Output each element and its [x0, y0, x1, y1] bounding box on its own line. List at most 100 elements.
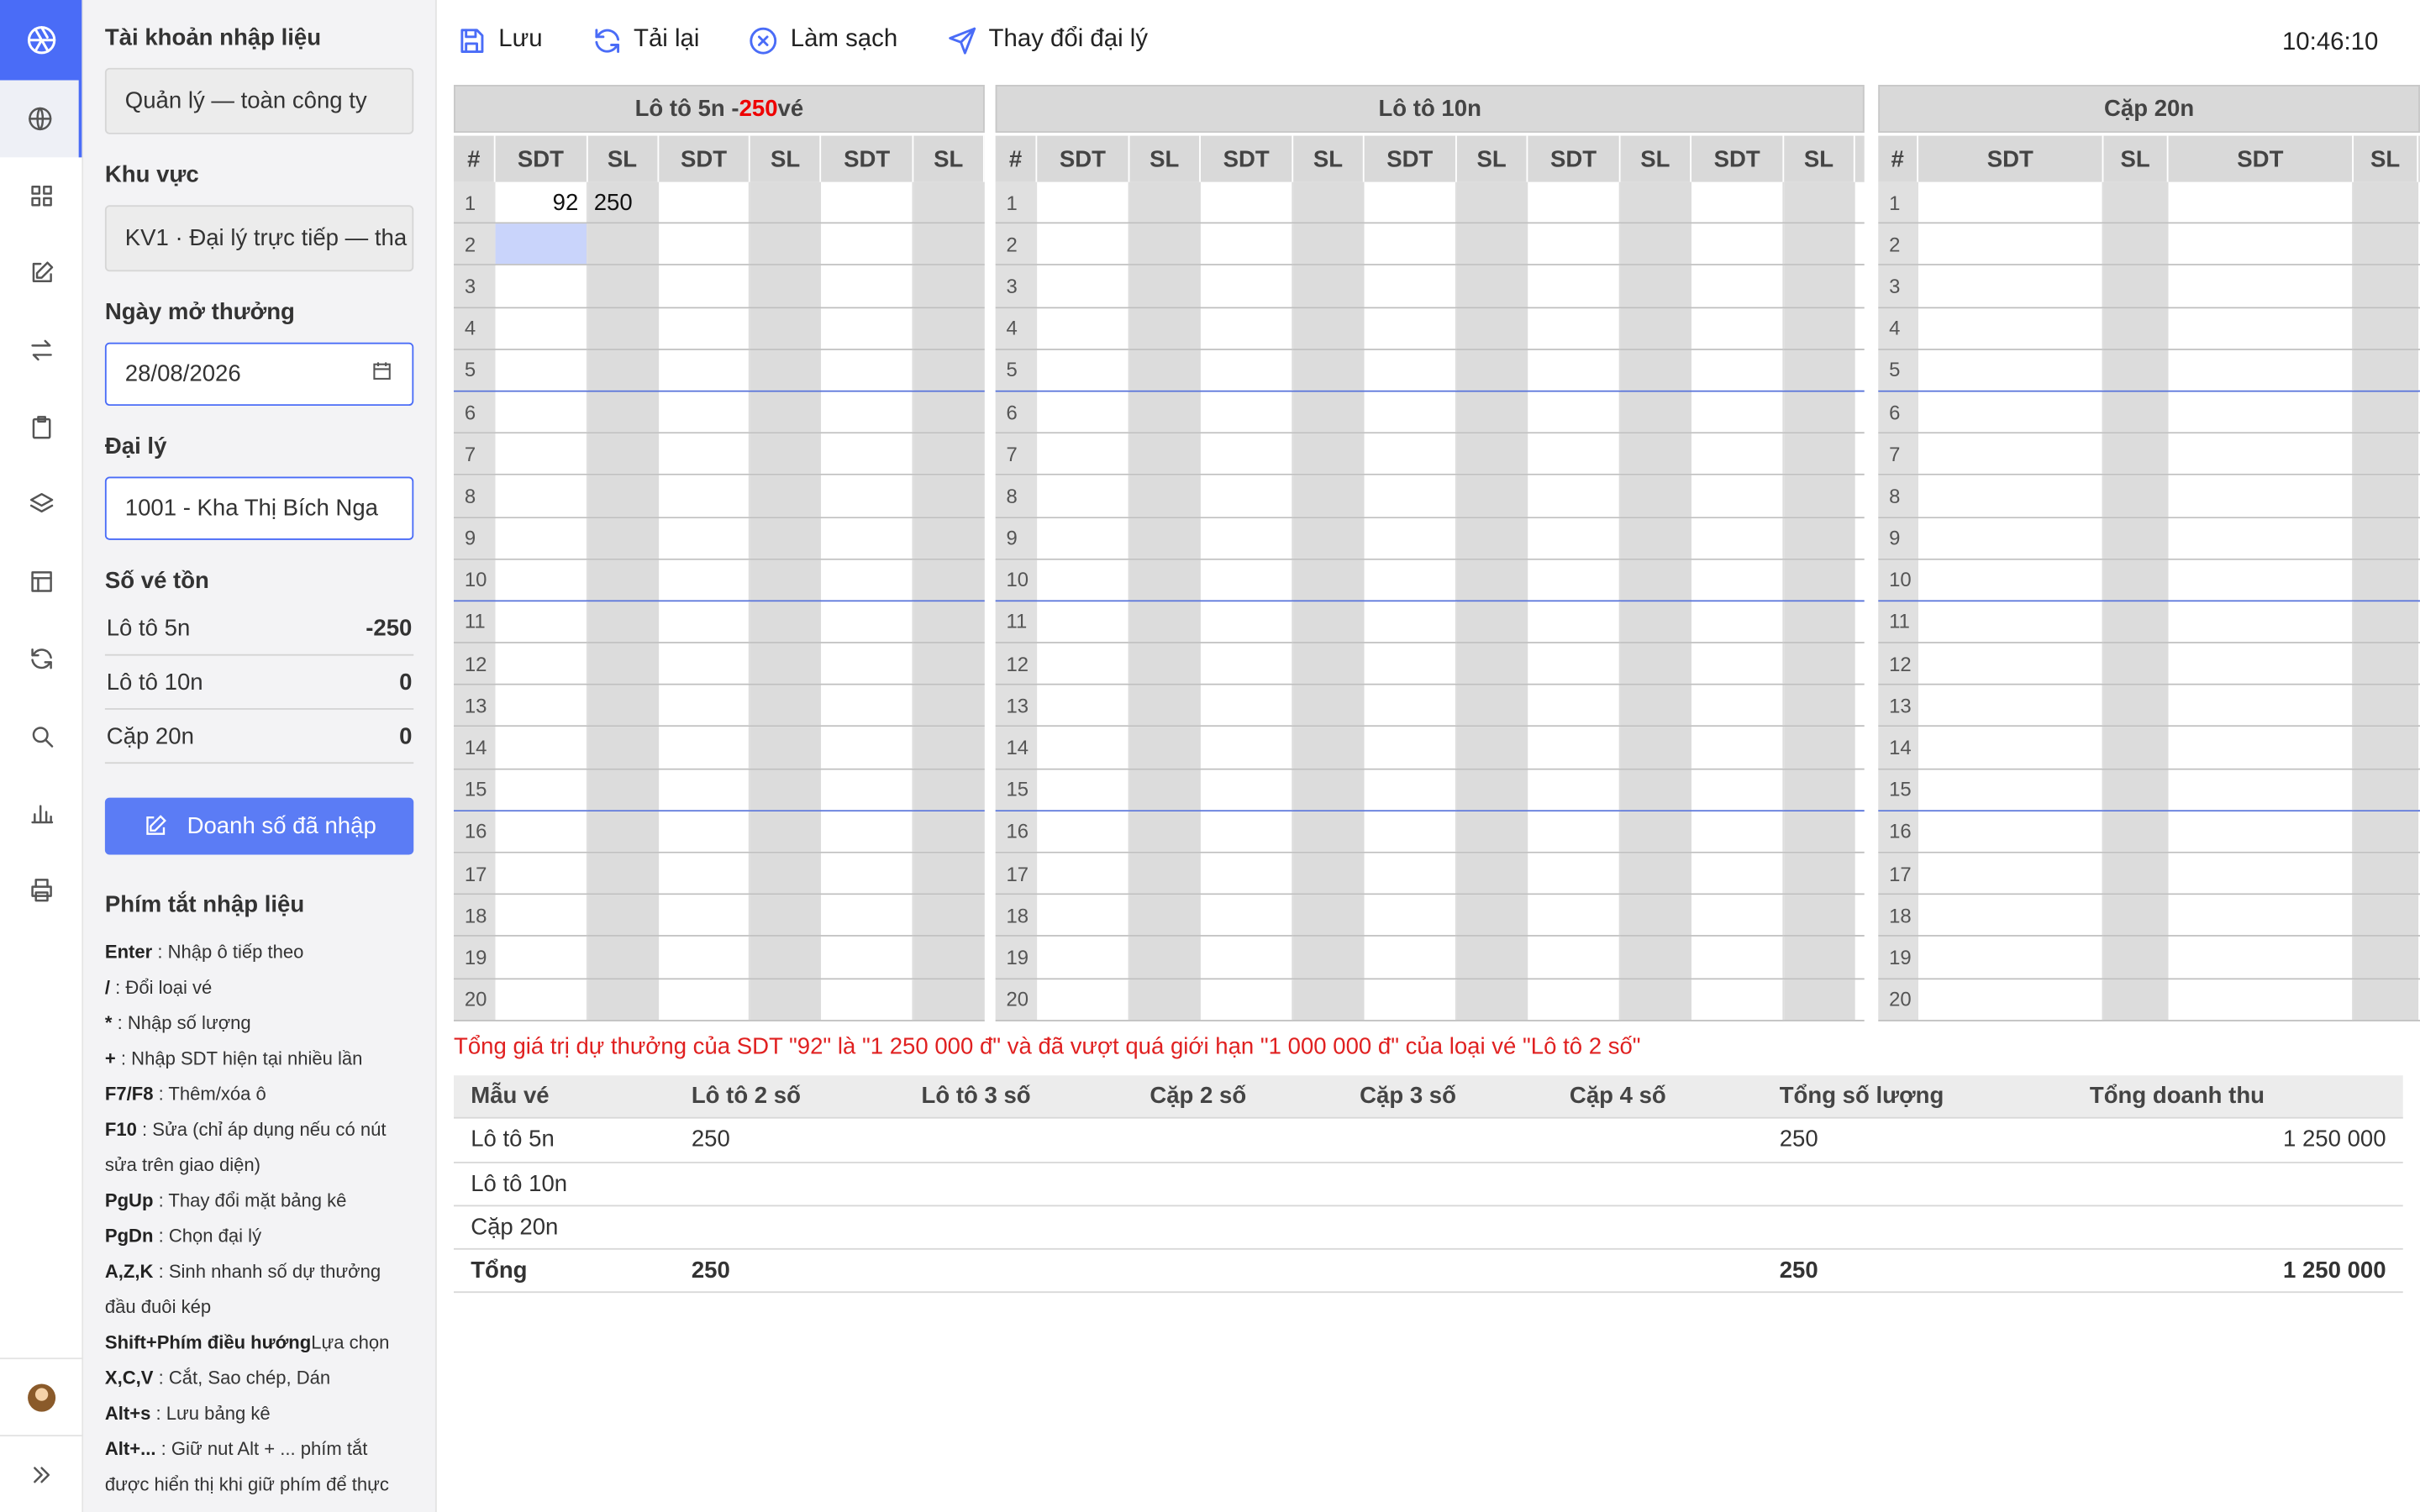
- sdt-cell[interactable]: [2168, 811, 2354, 852]
- sl-cell[interactable]: [1456, 559, 1528, 601]
- sl-cell[interactable]: [2103, 265, 2169, 307]
- sdt-cell[interactable]: [1691, 265, 1785, 307]
- sdt-cell[interactable]: [495, 601, 588, 643]
- sl-cell[interactable]: [2353, 685, 2419, 727]
- sl-cell[interactable]: [1620, 937, 1692, 978]
- sl-cell[interactable]: [1784, 349, 1855, 391]
- sl-cell[interactable]: [1293, 643, 1365, 685]
- sdt-cell[interactable]: [1037, 769, 1130, 810]
- sl-cell[interactable]: [2353, 601, 2419, 643]
- sl-cell[interactable]: [2353, 979, 2419, 1020]
- sdt-cell[interactable]: [821, 433, 914, 475]
- change-agent-button[interactable]: Thay đổi đại lý: [945, 24, 1148, 56]
- sdt-cell[interactable]: [1528, 265, 1621, 307]
- sl-cell[interactable]: [1784, 307, 1855, 349]
- sdt-cell[interactable]: [658, 685, 751, 727]
- sdt-cell[interactable]: [1918, 433, 2104, 475]
- sl-cell[interactable]: [1293, 349, 1365, 391]
- sdt-cell[interactable]: [495, 265, 588, 307]
- sdt-cell[interactable]: [1691, 181, 1785, 223]
- sdt-cell[interactable]: [1918, 643, 2104, 685]
- sl-cell[interactable]: [750, 349, 822, 391]
- sl-cell[interactable]: [1293, 853, 1365, 894]
- sl-cell[interactable]: [1456, 475, 1528, 517]
- sdt-cell[interactable]: [495, 811, 588, 852]
- sdt-cell[interactable]: [1691, 811, 1785, 852]
- sdt-cell[interactable]: [1037, 643, 1130, 685]
- sdt-cell[interactable]: [1364, 895, 1457, 936]
- sl-cell[interactable]: [750, 853, 822, 894]
- sl-cell[interactable]: [913, 811, 985, 852]
- sdt-cell[interactable]: [1691, 601, 1785, 643]
- sdt-cell[interactable]: [1691, 433, 1785, 475]
- sdt-cell[interactable]: [2168, 349, 2354, 391]
- sl-cell[interactable]: [1784, 223, 1855, 265]
- sl-cell[interactable]: [1293, 517, 1365, 559]
- refresh-icon[interactable]: [0, 620, 82, 697]
- sdt-cell[interactable]: [1037, 979, 1130, 1020]
- sl-cell[interactable]: [750, 181, 822, 223]
- sl-cell[interactable]: [587, 391, 659, 433]
- sl-cell[interactable]: [2353, 475, 2419, 517]
- print-icon[interactable]: [0, 852, 82, 929]
- sdt-cell[interactable]: [1528, 979, 1621, 1020]
- sl-cell[interactable]: [1456, 937, 1528, 978]
- sdt-cell[interactable]: [1918, 937, 2104, 978]
- sdt-cell[interactable]: [1528, 307, 1621, 349]
- sl-cell[interactable]: [2103, 475, 2169, 517]
- sdt-cell[interactable]: [1918, 895, 2104, 936]
- sdt-cell[interactable]: [495, 685, 588, 727]
- sdt-cell[interactable]: [658, 895, 751, 936]
- sdt-cell[interactable]: [1200, 475, 1294, 517]
- sdt-cell[interactable]: [495, 937, 588, 978]
- sdt-cell[interactable]: [1918, 223, 2104, 265]
- sl-cell[interactable]: [750, 517, 822, 559]
- sl-cell[interactable]: [1293, 223, 1365, 265]
- sdt-cell[interactable]: [1918, 853, 2104, 894]
- sl-cell[interactable]: [913, 433, 985, 475]
- sdt-cell[interactable]: [1200, 181, 1294, 223]
- sl-cell[interactable]: [2353, 307, 2419, 349]
- sdt-cell[interactable]: [1528, 769, 1621, 810]
- sdt-cell[interactable]: [658, 307, 751, 349]
- sl-cell[interactable]: [750, 601, 822, 643]
- sl-cell[interactable]: [750, 265, 822, 307]
- sdt-cell[interactable]: [1918, 685, 2104, 727]
- sl-cell[interactable]: [750, 391, 822, 433]
- sdt-cell[interactable]: [1364, 475, 1457, 517]
- sl-cell[interactable]: [1293, 769, 1365, 810]
- sdt-cell[interactable]: [1918, 181, 2104, 223]
- sl-cell[interactable]: [1129, 895, 1201, 936]
- sdt-cell[interactable]: [1528, 853, 1621, 894]
- sdt-cell[interactable]: [1691, 307, 1785, 349]
- sdt-cell[interactable]: [2168, 517, 2354, 559]
- layers-icon[interactable]: [0, 466, 82, 543]
- sdt-cell[interactable]: [821, 307, 914, 349]
- sl-cell[interactable]: [750, 685, 822, 727]
- sl-cell[interactable]: [587, 433, 659, 475]
- sdt-cell[interactable]: [1691, 517, 1785, 559]
- sdt-cell[interactable]: [1691, 223, 1785, 265]
- sdt-cell[interactable]: [1364, 349, 1457, 391]
- sl-cell[interactable]: [1129, 979, 1201, 1020]
- sl-cell[interactable]: [2353, 937, 2419, 978]
- sdt-cell[interactable]: [658, 517, 751, 559]
- sdt-cell[interactable]: [1528, 937, 1621, 978]
- swap-icon[interactable]: [0, 312, 82, 389]
- sl-cell[interactable]: [1129, 517, 1201, 559]
- sdt-cell[interactable]: [821, 349, 914, 391]
- sl-cell[interactable]: [1293, 265, 1365, 307]
- sdt-cell[interactable]: [1037, 937, 1130, 978]
- sl-cell[interactable]: [2353, 643, 2419, 685]
- sl-cell[interactable]: [913, 979, 985, 1020]
- sdt-cell[interactable]: [821, 559, 914, 601]
- sdt-cell[interactable]: [1528, 811, 1621, 852]
- sdt-cell[interactable]: [1364, 391, 1457, 433]
- sdt-cell[interactable]: [821, 643, 914, 685]
- clear-button[interactable]: Làm sạch: [747, 24, 897, 56]
- sl-cell[interactable]: [2103, 433, 2169, 475]
- sdt-cell[interactable]: [495, 307, 588, 349]
- sl-cell[interactable]: [750, 223, 822, 265]
- sl-cell[interactable]: [1784, 685, 1855, 727]
- sdt-cell[interactable]: [821, 769, 914, 810]
